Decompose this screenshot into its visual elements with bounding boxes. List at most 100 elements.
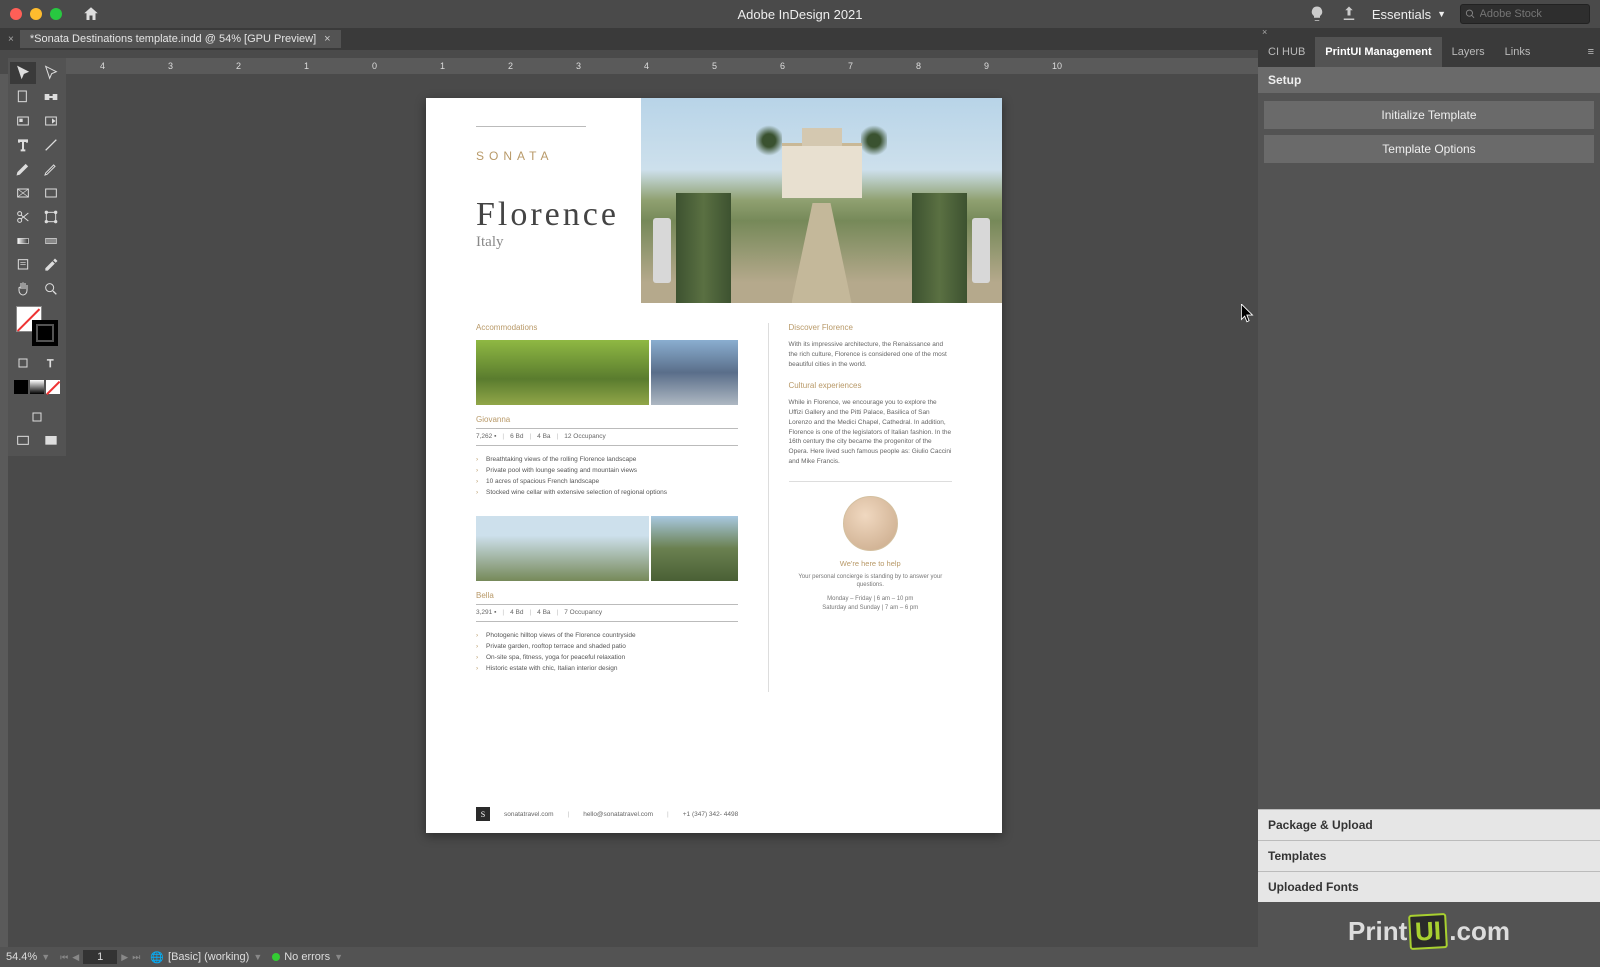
vertical-ruler bbox=[0, 74, 8, 947]
maximize-window-button[interactable] bbox=[50, 8, 62, 20]
discover-heading: Discover Florence bbox=[789, 323, 952, 332]
panel-menu-icon[interactable]: ≡ bbox=[1582, 37, 1600, 67]
package-upload-section[interactable]: Package & Upload bbox=[1258, 809, 1600, 840]
content-placer-tool[interactable] bbox=[38, 110, 64, 132]
property-stats: 3,291 ▪| 4 Bd| 4 Ba| 7 Occupancy bbox=[476, 609, 738, 622]
help-text: Your personal concierge is standing by t… bbox=[789, 573, 952, 590]
property-features: Photogenic hilltop views of the Florence… bbox=[476, 630, 738, 674]
rectangle-tool[interactable] bbox=[38, 182, 64, 204]
hours-text: Monday – Friday | 6 am – 10 pm bbox=[789, 595, 952, 603]
panel-close-icon[interactable]: × bbox=[1262, 27, 1267, 37]
country-label: Italy bbox=[476, 234, 641, 251]
direct-selection-tool[interactable] bbox=[38, 62, 64, 84]
document-tab-title: *Sonata Destinations template.indd @ 54%… bbox=[30, 33, 316, 45]
printui-logo: PrintUI.com bbox=[1258, 902, 1600, 967]
formatting-container-button[interactable] bbox=[10, 352, 36, 374]
stroke-swatch[interactable] bbox=[32, 320, 58, 346]
tab-links[interactable]: Links bbox=[1495, 37, 1541, 67]
hero-image bbox=[641, 98, 1002, 303]
panel-tabs: CI HUB PrintUI Management Layers Links ≡ bbox=[1258, 37, 1600, 67]
tab-layers[interactable]: Layers bbox=[1442, 37, 1495, 67]
concierge-avatar bbox=[843, 496, 898, 551]
formatting-text-button[interactable]: T bbox=[38, 352, 64, 374]
discover-text: With its impressive architecture, the Re… bbox=[789, 340, 952, 369]
city-heading: Florence bbox=[476, 198, 641, 232]
document-page[interactable]: SONATA Florence Italy Accommodations Gio… bbox=[426, 98, 1002, 833]
property-image bbox=[651, 516, 738, 581]
templates-section[interactable]: Templates bbox=[1258, 840, 1600, 871]
window-controls bbox=[10, 8, 62, 20]
rectangle-frame-tool[interactable] bbox=[10, 182, 36, 204]
property-image bbox=[476, 516, 649, 581]
property-features: Breathtaking views of the rolling Floren… bbox=[476, 454, 738, 498]
title-bar: Adobe InDesign 2021 Essentials ▼ bbox=[0, 0, 1600, 28]
pencil-tool[interactable] bbox=[38, 158, 64, 180]
close-tab-icon[interactable]: × bbox=[324, 33, 330, 45]
template-options-button[interactable]: Template Options bbox=[1264, 135, 1594, 163]
color-apply-buttons[interactable] bbox=[10, 380, 64, 394]
property-name: Giovanna bbox=[476, 415, 738, 429]
horizontal-ruler: 54321012345678910 bbox=[8, 58, 1258, 74]
footer-logo: S bbox=[476, 807, 490, 821]
view-mode-normal[interactable] bbox=[24, 406, 50, 428]
page-navigator[interactable]: ⏮◀1▶⏭ bbox=[60, 950, 140, 964]
pen-tool[interactable] bbox=[10, 158, 36, 180]
lightbulb-icon[interactable] bbox=[1308, 5, 1326, 23]
minimize-window-button[interactable] bbox=[30, 8, 42, 20]
fill-stroke-swatch[interactable] bbox=[16, 306, 58, 346]
search-input[interactable] bbox=[1480, 8, 1585, 20]
preflight-status[interactable]: No errors▼ bbox=[272, 951, 343, 963]
tab-group-close-icon[interactable]: × bbox=[8, 34, 14, 45]
canvas[interactable]: SONATA Florence Italy Accommodations Gio… bbox=[66, 74, 1258, 947]
note-tool[interactable] bbox=[10, 254, 36, 276]
status-bar: 54.4%▼ ⏮◀1▶⏭ 🌐[Basic] (working)▼ No erro… bbox=[0, 947, 1258, 967]
help-heading: We're here to help bbox=[789, 559, 952, 568]
brand-label: SONATA bbox=[476, 149, 641, 163]
type-tool[interactable] bbox=[10, 134, 36, 156]
free-transform-tool[interactable] bbox=[38, 206, 64, 228]
culture-heading: Cultural experiences bbox=[789, 381, 952, 390]
zoom-level[interactable]: 54.4%▼ bbox=[6, 951, 50, 963]
zoom-tool[interactable] bbox=[38, 278, 64, 300]
tab-printui-management[interactable]: PrintUI Management bbox=[1315, 37, 1441, 67]
chevron-down-icon: ▼ bbox=[1437, 9, 1446, 19]
property-stats: 7,262 ▪| 6 Bd| 4 Ba| 12 Occupancy bbox=[476, 433, 738, 446]
svg-text:T: T bbox=[47, 358, 54, 370]
screen-mode-button[interactable] bbox=[10, 430, 36, 452]
eyedropper-tool[interactable] bbox=[38, 254, 64, 276]
hand-tool[interactable] bbox=[10, 278, 36, 300]
accommodations-heading: Accommodations bbox=[476, 323, 738, 332]
property-name: Bella bbox=[476, 591, 738, 605]
gradient-feather-tool[interactable] bbox=[38, 230, 64, 252]
gradient-swatch-tool[interactable] bbox=[10, 230, 36, 252]
workspace-switcher[interactable]: Essentials ▼ bbox=[1372, 7, 1446, 22]
initialize-template-button[interactable]: Initialize Template bbox=[1264, 101, 1594, 129]
uploaded-fonts-section[interactable]: Uploaded Fonts bbox=[1258, 871, 1600, 902]
right-panel: × CI HUB PrintUI Management Layers Links… bbox=[1258, 28, 1600, 967]
property-image bbox=[651, 340, 738, 405]
gap-tool[interactable] bbox=[38, 86, 64, 108]
scissors-tool[interactable] bbox=[10, 206, 36, 228]
property-image bbox=[476, 340, 649, 405]
setup-section-header[interactable]: Setup bbox=[1258, 67, 1600, 93]
preflight-profile[interactable]: 🌐[Basic] (working)▼ bbox=[150, 951, 262, 964]
culture-text: While in Florence, we encourage you to e… bbox=[789, 398, 952, 466]
mouse-cursor bbox=[1241, 304, 1255, 329]
selection-tool[interactable] bbox=[10, 62, 36, 84]
search-icon bbox=[1465, 8, 1476, 20]
content-collector-tool[interactable] bbox=[10, 110, 36, 132]
tool-panel: T bbox=[8, 58, 66, 456]
screen-mode-preview[interactable] bbox=[38, 430, 64, 452]
share-icon[interactable] bbox=[1340, 5, 1358, 23]
close-window-button[interactable] bbox=[10, 8, 22, 20]
hours-text: Saturday and Sunday | 7 am – 6 pm bbox=[789, 604, 952, 612]
document-tab[interactable]: *Sonata Destinations template.indd @ 54%… bbox=[20, 30, 341, 48]
page-footer: S sonatatravel.com| hello@sonatatravel.c… bbox=[476, 807, 952, 821]
home-icon[interactable] bbox=[82, 5, 100, 23]
workspace-label: Essentials bbox=[1372, 7, 1431, 22]
adobe-stock-search[interactable] bbox=[1460, 4, 1590, 24]
tab-ci-hub[interactable]: CI HUB bbox=[1258, 37, 1315, 67]
line-tool[interactable] bbox=[38, 134, 64, 156]
page-tool[interactable] bbox=[10, 86, 36, 108]
app-title: Adobe InDesign 2021 bbox=[737, 7, 862, 22]
